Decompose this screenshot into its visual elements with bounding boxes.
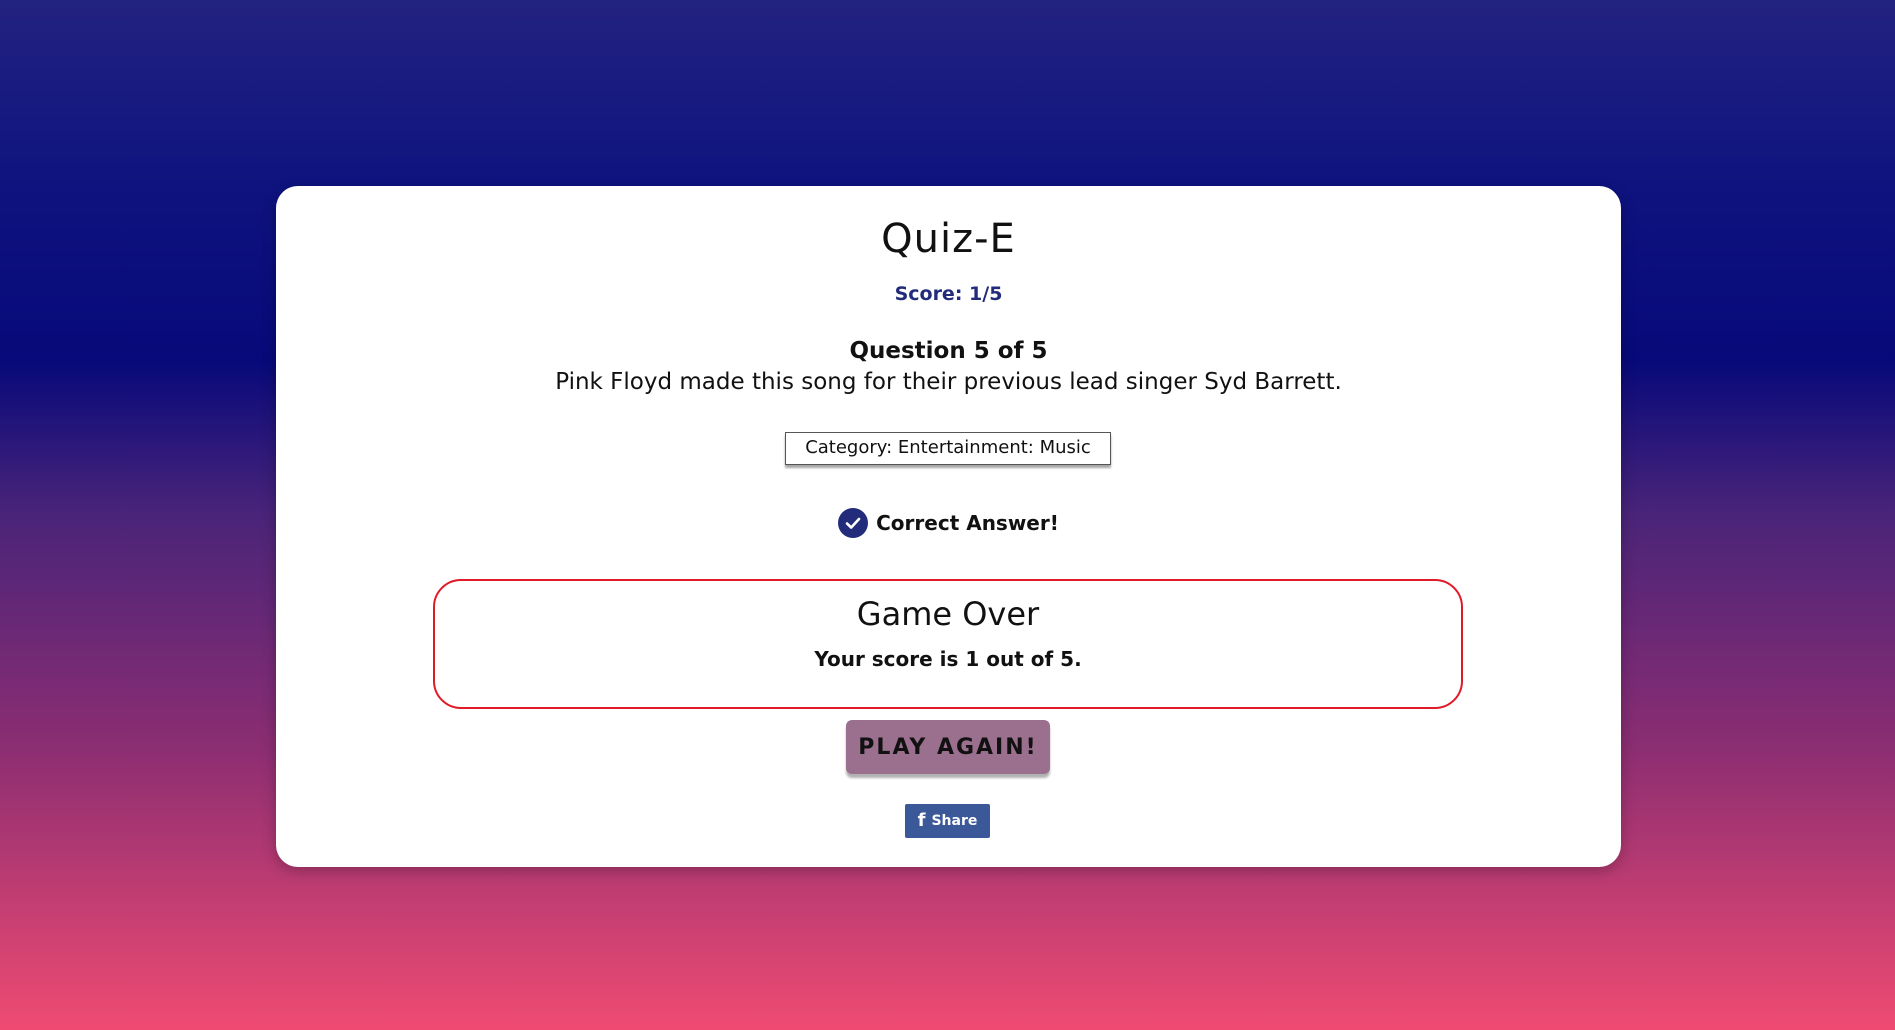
feedback-text: Correct Answer! — [876, 511, 1059, 535]
answer-feedback: Correct Answer! — [276, 508, 1621, 538]
facebook-icon: f — [917, 810, 926, 831]
score-display: Score: 1/5 — [894, 283, 1003, 305]
question-text: Pink Floyd made this song for their prev… — [555, 369, 1342, 395]
final-score-text: Your score is 1 out of 5. — [814, 647, 1082, 671]
category-badge: Category: Entertainment: Music — [785, 432, 1111, 465]
page-title: Quiz-E — [881, 216, 1016, 262]
game-over-title: Game Over — [856, 595, 1040, 633]
share-label: Share — [931, 813, 978, 829]
facebook-share-button[interactable]: f Share — [905, 804, 990, 838]
quiz-card: Quiz-E Score: 1/5 Question 5 of 5 Pink F… — [276, 186, 1621, 867]
question-number: Question 5 of 5 — [849, 338, 1048, 364]
check-circle-icon — [838, 508, 869, 538]
game-over-panel: Game Over Your score is 1 out of 5. — [433, 579, 1463, 709]
play-again-button[interactable]: PLAY AGAIN! — [846, 720, 1050, 774]
